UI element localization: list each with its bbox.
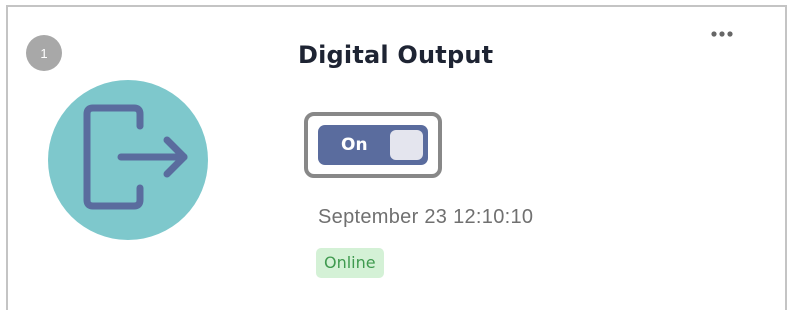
toggle-knob[interactable]: [390, 130, 423, 160]
more-horizontal-icon: [711, 31, 733, 37]
toggle-label: On: [341, 135, 368, 155]
output-toggle[interactable]: On: [304, 112, 442, 178]
status-badge: Online: [316, 248, 384, 278]
toggle-track[interactable]: On: [318, 125, 428, 165]
index-badge-number: 1: [40, 45, 48, 61]
device-card: 1 Digital Output On September 23 12:10:1…: [6, 5, 787, 310]
exit-arrow-icon: [48, 80, 208, 240]
device-title: Digital Output: [298, 41, 494, 69]
last-updated-timestamp: September 23 12:10:10: [318, 206, 534, 228]
status-badge-label: Online: [324, 253, 376, 272]
more-options-icon[interactable]: [702, 24, 742, 44]
index-badge: 1: [26, 35, 62, 71]
